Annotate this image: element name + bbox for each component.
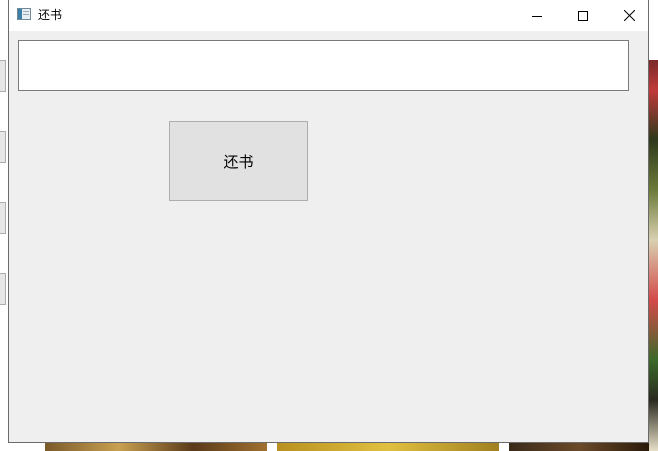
background-button-fragment — [0, 131, 6, 163]
background-right-image-strip — [649, 0, 658, 451]
return-book-button[interactable]: 还书 — [169, 121, 308, 201]
return-book-window: 还书 还书 — [8, 0, 649, 443]
app-window-icon — [17, 8, 31, 20]
background-image-tile — [277, 443, 499, 451]
background-button-fragment — [0, 202, 6, 234]
background-image-tile — [509, 443, 649, 451]
close-button[interactable] — [606, 0, 652, 31]
minimize-icon — [532, 15, 542, 17]
window-title: 还书 — [38, 8, 63, 22]
maximize-button[interactable] — [560, 0, 606, 31]
minimize-button[interactable] — [514, 0, 560, 31]
background-image-tile — [45, 443, 267, 451]
close-icon — [623, 10, 635, 21]
background-button-fragment — [0, 273, 6, 305]
book-id-input[interactable] — [18, 40, 629, 91]
maximize-icon — [578, 10, 588, 21]
title-bar[interactable]: 还书 — [9, 0, 648, 31]
background-button-fragment — [0, 60, 6, 92]
